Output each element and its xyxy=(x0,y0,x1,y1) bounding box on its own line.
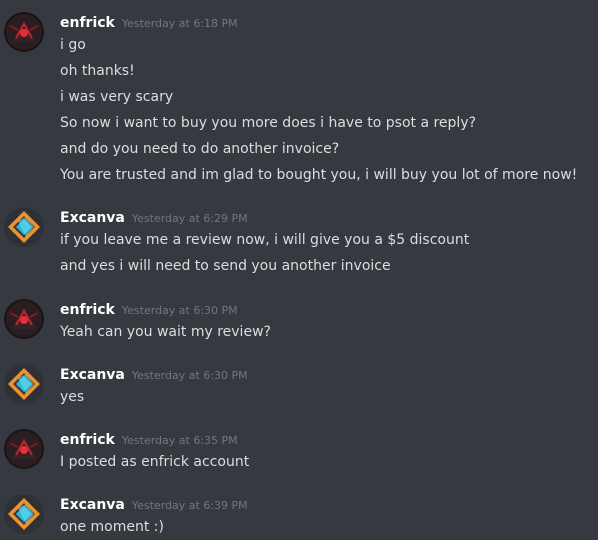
username[interactable]: enfrick xyxy=(60,302,115,318)
message-text: I posted as enfrick account xyxy=(60,454,250,470)
message-header: enfrick Yesterday at 6:35 PM xyxy=(60,429,238,449)
message-lines: i go oh thanks! i was very scary So now … xyxy=(60,32,577,188)
message-header: enfrick Yesterday at 6:18 PM xyxy=(60,12,238,32)
timestamp[interactable]: Yesterday at 6:29 PM xyxy=(132,212,248,225)
message-text: if you leave me a review now, i will giv… xyxy=(60,232,470,248)
red-dark-avatar-icon[interactable] xyxy=(4,12,44,52)
timestamp[interactable]: Yesterday at 6:30 PM xyxy=(132,369,248,382)
message-text: oh thanks! xyxy=(60,63,135,79)
message-text: and yes i will need to send you another … xyxy=(60,258,391,274)
diamond-logo-avatar-icon[interactable] xyxy=(4,207,44,247)
message-text: i go xyxy=(60,37,86,53)
username[interactable]: enfrick xyxy=(60,432,115,448)
message-header: Excanva Yesterday at 6:39 PM xyxy=(60,494,248,514)
username[interactable]: Excanva xyxy=(60,497,125,513)
message-text: one moment :) xyxy=(60,519,164,535)
red-dark-avatar-icon[interactable] xyxy=(4,299,44,339)
message-text: yes xyxy=(60,389,85,405)
diamond-logo-avatar-icon[interactable] xyxy=(4,494,44,534)
message-text: and do you need to do another invoice? xyxy=(60,141,340,157)
username[interactable]: Excanva xyxy=(60,367,125,383)
diamond-logo-avatar-icon[interactable] xyxy=(4,364,44,404)
red-dark-avatar-icon[interactable] xyxy=(4,429,44,469)
message-header: enfrick Yesterday at 6:30 PM xyxy=(60,299,238,319)
message-header: Excanva Yesterday at 6:29 PM xyxy=(60,207,248,227)
timestamp[interactable]: Yesterday at 6:30 PM xyxy=(122,304,238,317)
message-text: So now i want to buy you more does i hav… xyxy=(60,115,477,131)
message-lines: I posted as enfrick account xyxy=(60,449,249,475)
timestamp[interactable]: Yesterday at 6:39 PM xyxy=(132,499,248,512)
message-text: Yeah can you wait my review? xyxy=(60,324,271,340)
timestamp[interactable]: Yesterday at 6:35 PM xyxy=(122,434,238,447)
username[interactable]: Excanva xyxy=(60,210,125,226)
message-lines: if you leave me a review now, i will giv… xyxy=(60,227,469,279)
message-text: i was very scary xyxy=(60,89,174,105)
message-text: You are trusted and im glad to bought yo… xyxy=(60,167,578,183)
username[interactable]: enfrick xyxy=(60,15,115,31)
message-lines: one moment :) xyxy=(60,514,164,540)
message-lines: Yeah can you wait my review? xyxy=(60,319,271,345)
message-header: Excanva Yesterday at 6:30 PM xyxy=(60,364,248,384)
message-lines: yes xyxy=(60,384,84,410)
timestamp[interactable]: Yesterday at 6:18 PM xyxy=(122,17,238,30)
